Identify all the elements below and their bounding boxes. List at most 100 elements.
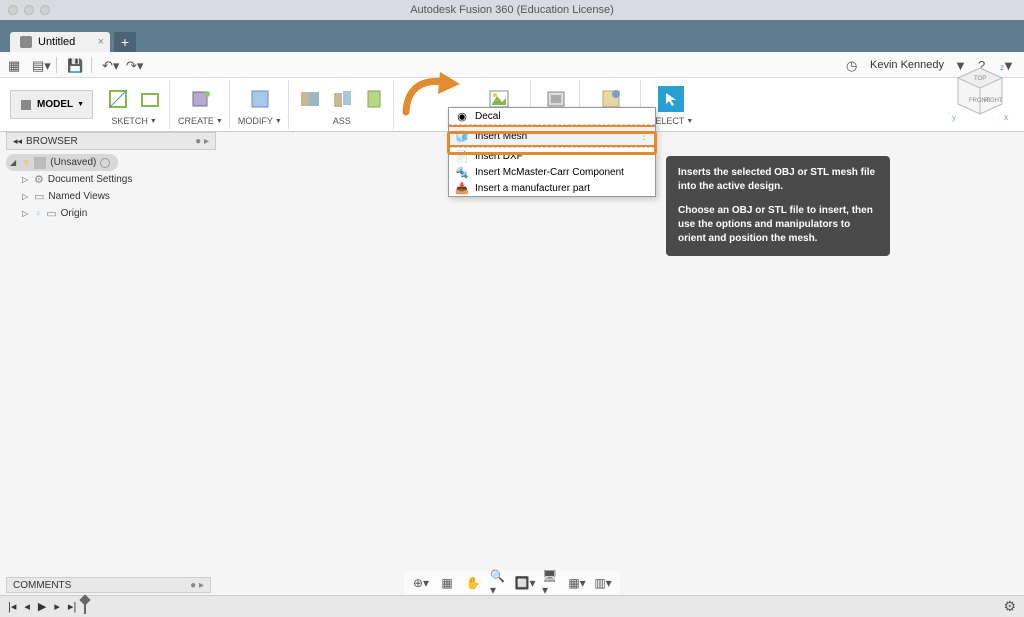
timeline-start-icon[interactable]: |◂	[8, 600, 16, 613]
tree-item-origin[interactable]: ▷ ♀ ▭ Origin	[6, 205, 216, 222]
traffic-lights	[8, 5, 50, 15]
clock-icon[interactable]: ◷	[846, 58, 860, 72]
decal-icon: ◉	[455, 109, 469, 123]
timeline-marker[interactable]	[84, 600, 86, 614]
pan-icon[interactable]: ✋	[464, 575, 482, 591]
lookat-icon[interactable]: ▦	[438, 575, 456, 591]
insert-dropdown: ◉ Decal 🧊 Insert Mesh ⋮ 📄 Insert DXF 🔩 I…	[448, 107, 656, 197]
zoom-icon[interactable]: 🔍▾	[490, 575, 508, 591]
pin-icon[interactable]: ● ▸	[195, 136, 209, 147]
qat-left: ▦ ▤▾ 💾 ↶▾ ↷▾	[8, 57, 140, 73]
dd-item-manufacturer[interactable]: 📥 Insert a manufacturer part	[449, 180, 655, 196]
select-cursor-icon[interactable]	[658, 86, 684, 112]
browser-header[interactable]: ◂◂ BROWSER ● ▸	[6, 132, 216, 150]
dd-label: Insert DXF	[475, 151, 523, 162]
modify-group: MODIFY▼	[232, 80, 289, 129]
user-name[interactable]: Kevin Kennedy	[870, 59, 944, 71]
expand-icon[interactable]: ▷	[22, 175, 30, 184]
dd-item-insertmesh[interactable]: 🧊 Insert Mesh ⋮	[449, 125, 655, 147]
create-group: CREATE▼	[172, 80, 230, 129]
minimize-window-icon[interactable]	[24, 5, 34, 15]
gear-icon: ⚙	[34, 173, 44, 186]
lightbulb-off-icon[interactable]: ♀	[34, 208, 42, 220]
timeline: |◂ ◂ ▶ ▸ ▸| ⚙	[0, 595, 1024, 617]
file-menu-icon[interactable]: ▤▾	[32, 58, 46, 72]
tooltip-line1: Inserts the selected OBJ or STL mesh fil…	[678, 167, 875, 192]
tree-item-namedviews[interactable]: ▷ ▭ Named Views	[6, 188, 216, 205]
more-icon[interactable]: ⋮	[639, 131, 649, 142]
collapse-icon[interactable]: ◂◂	[13, 136, 22, 147]
comments-panel[interactable]: COMMENTS ● ▸	[6, 577, 211, 593]
tree-root[interactable]: ◢ ♀ (Unsaved)	[6, 154, 118, 171]
tab-title: Untitled	[38, 36, 75, 48]
grid-icon[interactable]: ▦▾	[568, 575, 586, 591]
dd-item-insertdxf[interactable]: 📄 Insert DXF	[449, 148, 655, 164]
tooltip: Inserts the selected OBJ or STL mesh fil…	[666, 156, 890, 256]
undo-icon[interactable]: ↶▾	[102, 58, 116, 72]
sketch-group: SKETCH▼	[99, 80, 170, 129]
assemble-motion-icon[interactable]	[361, 86, 387, 112]
cube-right-label: RIGHT	[984, 98, 1003, 104]
dd-item-decal[interactable]: ◉ Decal	[449, 108, 655, 124]
folder-icon: ▭	[34, 190, 44, 203]
pin-icon[interactable]: ● ▸	[190, 580, 204, 591]
timeline-next-icon[interactable]: ▸	[54, 600, 60, 613]
modify-label[interactable]: MODIFY▼	[238, 116, 282, 126]
browser-panel: ◂◂ BROWSER ● ▸ ◢ ♀ (Unsaved) ▷ ⚙ Documen…	[6, 132, 216, 226]
folder-icon: ▭	[46, 207, 56, 220]
expand-icon[interactable]: ▷	[22, 192, 30, 201]
close-window-icon[interactable]	[8, 5, 18, 15]
tree-item-docsettings[interactable]: ▷ ⚙ Document Settings	[6, 171, 216, 188]
timeline-play-icon[interactable]: ▶	[38, 600, 46, 613]
mesh-icon: 🧊	[455, 129, 469, 143]
expand-icon[interactable]: ◢	[10, 158, 18, 167]
document-icon	[20, 36, 32, 48]
view-cube[interactable]: FRONT RIGHT TOP z y x	[950, 62, 1010, 132]
header-band	[0, 20, 1024, 30]
redo-icon[interactable]: ↷▾	[126, 58, 140, 72]
save-icon[interactable]: 💾	[67, 58, 81, 72]
create-label[interactable]: CREATE▼	[178, 116, 223, 126]
zoom-window-icon[interactable]	[40, 5, 50, 15]
sketch-rect-icon[interactable]	[137, 86, 163, 112]
grid-icon[interactable]: ▦	[8, 58, 22, 72]
fit-icon[interactable]: 🔲▾	[516, 575, 534, 591]
orbit-icon[interactable]: ⊕▾	[412, 575, 430, 591]
expand-icon[interactable]: ▷	[22, 209, 30, 218]
tree-label: Document Settings	[48, 174, 133, 185]
timeline-end-icon[interactable]: ▸|	[68, 600, 76, 613]
document-tabbar: Untitled × +	[0, 30, 1024, 52]
radio-icon[interactable]	[100, 158, 110, 168]
view-toolbar: ⊕▾ ▦ ✋ 🔍▾ 🔲▾ 🖥▾ ▦▾ ▥▾	[404, 571, 620, 595]
workspace-switcher[interactable]: MODEL ▼	[10, 90, 93, 119]
create-extrude-icon[interactable]	[187, 86, 213, 112]
lightbulb-icon[interactable]: ♀	[22, 157, 30, 169]
cube-icon	[19, 98, 33, 112]
comments-title: COMMENTS	[13, 580, 71, 591]
sketch-line-icon[interactable]	[105, 86, 131, 112]
dd-item-mcmaster[interactable]: 🔩 Insert McMaster-Carr Component	[449, 164, 655, 180]
display-icon[interactable]: 🖥▾	[542, 575, 560, 591]
browser-tree: ◢ ♀ (Unsaved) ▷ ⚙ Document Settings ▷ ▭ …	[6, 150, 216, 226]
close-tab-icon[interactable]: ×	[98, 36, 104, 48]
viewport-icon[interactable]: ▥▾	[594, 575, 612, 591]
modify-fillet-icon[interactable]	[247, 86, 273, 112]
document-tab[interactable]: Untitled ×	[10, 32, 110, 52]
timeline-prev-icon[interactable]: ◂	[24, 600, 30, 613]
separator	[91, 57, 92, 73]
component-icon	[34, 157, 46, 169]
settings-gear-icon[interactable]: ⚙	[1003, 598, 1016, 615]
manufacturer-icon: 📥	[455, 181, 469, 195]
dd-label: Decal	[475, 111, 501, 122]
app-title: Autodesk Fusion 360 (Education License)	[410, 4, 614, 16]
assemble-label[interactable]: ASS	[333, 116, 351, 126]
assemble-contact-icon[interactable]	[329, 86, 355, 112]
dd-label: Insert McMaster-Carr Component	[475, 167, 624, 178]
axis-x: x	[1004, 113, 1008, 122]
assemble-joint-icon[interactable]	[297, 86, 323, 112]
tree-label: Named Views	[48, 191, 110, 202]
new-tab-button[interactable]: +	[114, 32, 136, 52]
sketch-label[interactable]: SKETCH▼	[111, 116, 156, 126]
tree-label: Origin	[61, 208, 88, 219]
dd-label: Insert Mesh	[475, 131, 527, 142]
